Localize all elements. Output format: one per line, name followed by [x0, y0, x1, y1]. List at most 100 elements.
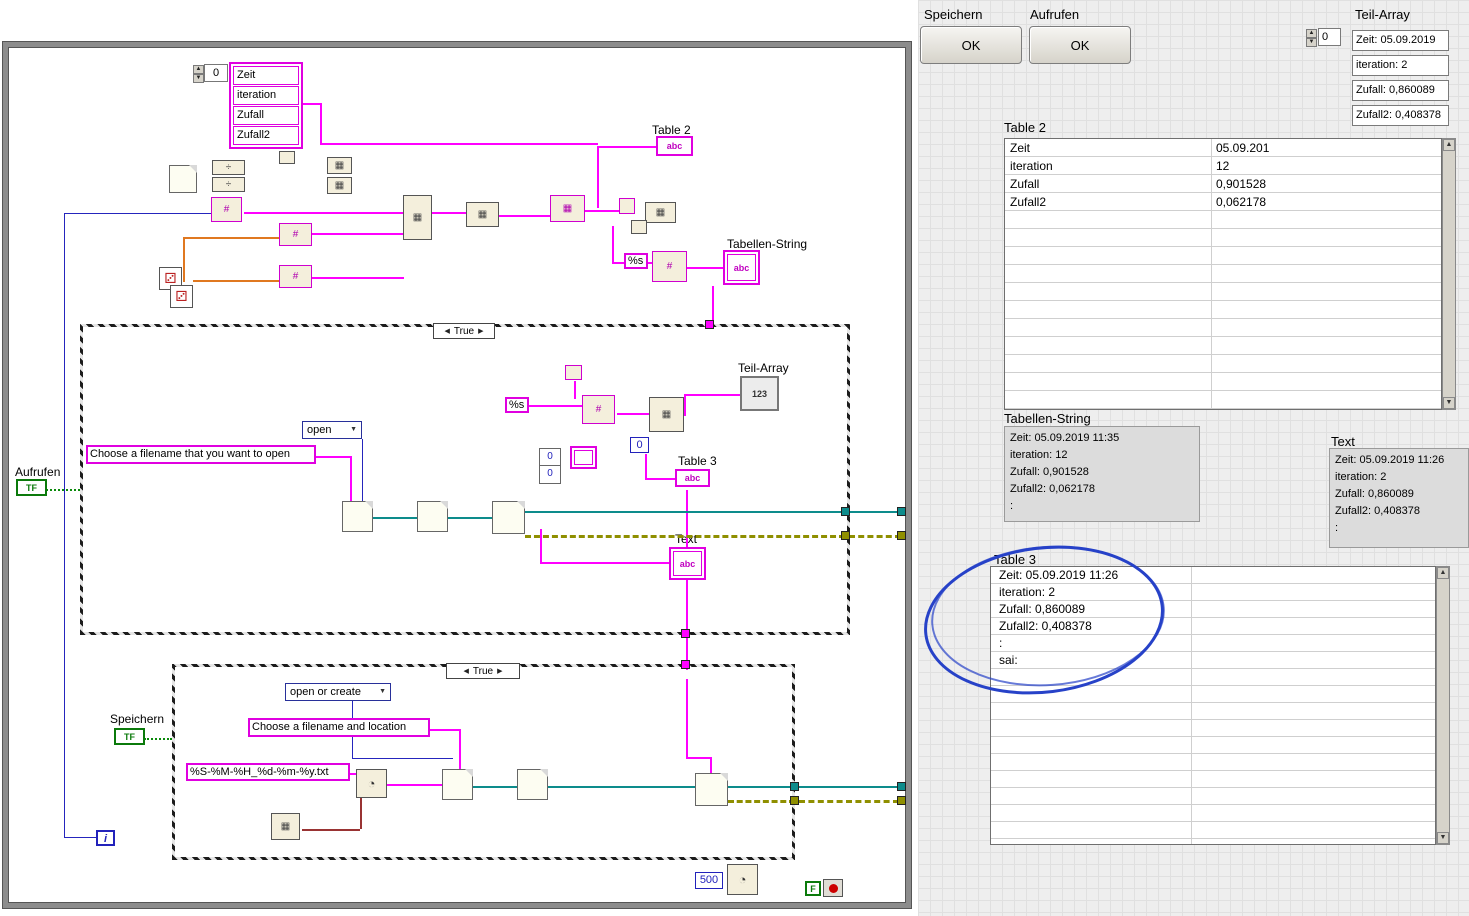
constant-node[interactable] [631, 220, 647, 234]
prev-case-icon[interactable]: ◀ [445, 327, 450, 335]
prev-case-icon[interactable]: ◀ [464, 667, 469, 675]
index-array-icon[interactable]: ▦ [403, 195, 432, 240]
spreadsheet-string-to-array-icon[interactable]: # [582, 395, 615, 424]
aufrufen-ok-button[interactable]: OK [1029, 26, 1131, 64]
number-to-string-icon[interactable]: # [279, 223, 312, 246]
aufrufen-boolean-terminal[interactable]: TF [16, 479, 47, 496]
teil-array-item[interactable]: Zeit: 05.09.2019 [1352, 30, 1449, 51]
false-constant[interactable]: F [805, 881, 821, 896]
text-indicator[interactable]: Zeit: 05.09.2019 11:26 iteration: 2 Zufa… [1329, 448, 1469, 548]
open-file-icon[interactable] [417, 501, 448, 532]
open-or-create-dropdown[interactable]: open or create ▼ [285, 683, 391, 701]
teil-array-index-spinner[interactable]: ▲ ▼ [1306, 29, 1317, 47]
table-row[interactable]: Zeit: 05.09.2019 11:26 [991, 567, 1435, 584]
scroll-up-icon[interactable]: ▲ [1437, 567, 1449, 579]
build-array-icon[interactable]: ▦ [327, 177, 352, 194]
quotient-icon[interactable]: ÷ [212, 160, 245, 175]
teil-array-item[interactable]: Zufall: 0,860089 [1352, 80, 1449, 101]
case2-selector[interactable]: ◀ True ▶ [446, 663, 520, 679]
numeric-constant[interactable]: 0 [540, 466, 560, 483]
file-dialog-icon[interactable] [342, 501, 373, 532]
get-date-time-icon[interactable]: ▦ [271, 813, 300, 840]
filename-pattern-constant[interactable]: %S-%M-%H_%d-%m-%y.txt [186, 763, 350, 781]
random-number-icon[interactable]: ⚂ [170, 285, 193, 308]
numeric-cluster-constant[interactable]: 0 0 [539, 448, 561, 484]
format-string-constant[interactable]: %s [624, 253, 648, 269]
table2[interactable]: Zeit 05.09.201 iteration 12 Zufall 0,901… [1004, 138, 1458, 410]
table3-scrollbar[interactable]: ▲ ▼ [1436, 566, 1450, 845]
table2-scrollbar[interactable]: ▲ ▼ [1442, 138, 1456, 410]
numeric-constant[interactable]: 0 [630, 437, 649, 453]
table-row[interactable]: Zeit 05.09.201 [1005, 139, 1441, 157]
cluster-item[interactable]: Zufall2 [233, 126, 299, 145]
filename-prompt-constant[interactable]: Choose a filename that you want to open [86, 445, 316, 464]
table2-body[interactable]: Zeit 05.09.201 iteration 12 Zufall 0,901… [1004, 138, 1442, 410]
tabellen-string-indicator[interactable]: Zeit: 05.09.2019 11:35 iteration: 12 Zuf… [1004, 426, 1200, 522]
array-index-box[interactable]: 0 [204, 64, 228, 82]
teil-array-terminal[interactable]: 123 [740, 376, 779, 411]
array-index-spinner[interactable]: ▲ ▼ [193, 65, 204, 83]
number-to-string-icon[interactable]: # [279, 265, 312, 288]
dropdown-arrow-icon[interactable]: ▼ [350, 422, 357, 438]
table-row[interactable]: Zufall2: 0,408378 [991, 618, 1435, 635]
constant-node[interactable] [279, 151, 295, 164]
loop-iteration-terminal[interactable]: i [96, 830, 115, 846]
table3-body[interactable]: Zeit: 05.09.2019 11:26 iteration: 2 Zufa… [990, 566, 1436, 845]
cluster-item[interactable]: Zeit [233, 66, 299, 85]
table-row[interactable]: Zufall2 0,062178 [1005, 193, 1441, 211]
next-case-icon[interactable]: ▶ [478, 327, 483, 335]
case-structure-open[interactable] [80, 324, 850, 635]
case1-selector[interactable]: ◀ True ▶ [433, 323, 495, 339]
set-file-position-icon[interactable] [517, 769, 548, 800]
table3-terminal[interactable]: abc [675, 469, 710, 487]
open-create-file-icon[interactable] [442, 769, 473, 800]
transpose-array-icon[interactable]: ▦ [645, 202, 676, 223]
spinner-down-icon[interactable]: ▼ [193, 74, 204, 83]
table-row[interactable]: Zufall 0,901528 [1005, 175, 1441, 193]
file-path-icon[interactable] [169, 165, 197, 193]
wait-ms-constant[interactable]: 500 [695, 872, 723, 889]
table-row[interactable]: : [991, 635, 1435, 652]
case-structure-save[interactable] [172, 664, 795, 860]
spinner-up-icon[interactable]: ▲ [1306, 29, 1317, 38]
wait-timer-icon[interactable]: ◔ [727, 864, 758, 895]
string-cluster-constant[interactable]: Zeit iteration Zufall Zufall2 [229, 62, 303, 149]
quotient-icon[interactable]: ÷ [212, 177, 245, 192]
teil-array-index[interactable]: 0 [1318, 28, 1341, 46]
array-to-spreadsheet-string-icon[interactable]: # [652, 251, 687, 282]
table-row[interactable]: iteration 12 [1005, 157, 1441, 175]
dropdown-arrow-icon[interactable]: ▼ [379, 684, 386, 700]
spinner-up-icon[interactable]: ▲ [193, 65, 204, 74]
scroll-down-icon[interactable]: ▼ [1437, 832, 1449, 844]
format-date-time-icon[interactable]: ◔ [356, 769, 387, 798]
cluster-item[interactable]: Zufall [233, 106, 299, 125]
speichern-ok-button[interactable]: OK [920, 26, 1022, 64]
table-row[interactable]: sai: [991, 652, 1435, 669]
read-text-file-icon[interactable] [492, 501, 525, 534]
save-prompt-constant[interactable]: Choose a filename and location [248, 718, 430, 737]
format-string-constant[interactable]: %s [505, 397, 529, 413]
string-constant-node[interactable] [565, 365, 582, 380]
teil-array-item[interactable]: iteration: 2 [1352, 55, 1449, 76]
table-row[interactable]: Zufall: 0,860089 [991, 601, 1435, 618]
array-to-cluster-icon[interactable]: ▦ [466, 202, 499, 227]
speichern-boolean-terminal[interactable]: TF [114, 728, 145, 745]
string-constant-node[interactable] [619, 198, 635, 214]
empty-string-constant[interactable] [570, 446, 597, 469]
numeric-constant[interactable]: 0 [540, 449, 560, 466]
build-array-icon[interactable]: ▦ [327, 157, 352, 174]
loop-condition-terminal[interactable] [823, 879, 843, 897]
open-mode-dropdown[interactable]: open ▼ [302, 421, 362, 439]
text-terminal[interactable]: abc [669, 547, 706, 580]
spinner-down-icon[interactable]: ▼ [1306, 38, 1317, 47]
scroll-down-icon[interactable]: ▼ [1443, 397, 1455, 409]
next-case-icon[interactable]: ▶ [497, 667, 502, 675]
table3[interactable]: Zeit: 05.09.2019 11:26 iteration: 2 Zufa… [990, 566, 1450, 845]
table-row[interactable]: iteration: 2 [991, 584, 1435, 601]
number-to-string-icon[interactable]: # [211, 197, 242, 222]
scroll-up-icon[interactable]: ▲ [1443, 139, 1455, 151]
index-array-icon[interactable]: ▦ [649, 397, 684, 432]
cluster-item[interactable]: iteration [233, 86, 299, 105]
teil-array-item[interactable]: Zufall2: 0,408378 [1352, 105, 1449, 126]
tabellen-string-terminal[interactable]: abc [723, 250, 760, 285]
